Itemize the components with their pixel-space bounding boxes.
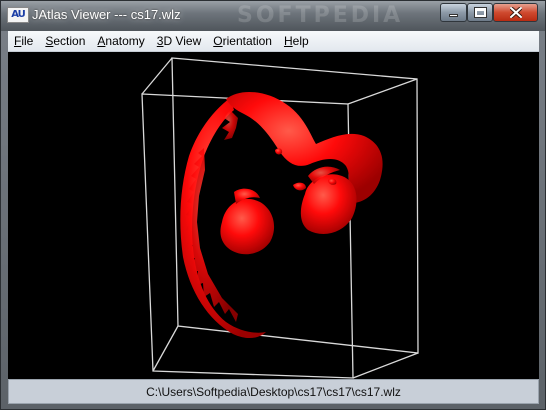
- menu-anatomy-rest: natomy: [105, 33, 145, 48]
- app-icon[interactable]: AU: [7, 7, 29, 23]
- menu-bar: File Section Anatomy 3D View Orientation…: [8, 31, 539, 52]
- menu-section[interactable]: Section: [39, 32, 91, 51]
- menu-anatomy[interactable]: Anatomy: [91, 32, 150, 51]
- maximize-icon: [473, 7, 487, 18]
- menu-help-rest: elp: [292, 33, 309, 48]
- 3d-viewport[interactable]: [8, 52, 539, 379]
- close-button[interactable]: [493, 3, 538, 22]
- menu-section-rest: ection: [53, 33, 86, 48]
- status-bar: C:\Users\Softpedia\Desktop\cs17\cs17\cs1…: [8, 379, 539, 404]
- menu-3d-view-rest: D View: [163, 33, 202, 48]
- menu-file[interactable]: File: [8, 32, 39, 51]
- app-icon-label: AU: [11, 9, 26, 20]
- minimize-icon: [449, 14, 458, 17]
- menu-file-rest: ile: [21, 33, 34, 48]
- maximize-button[interactable]: [467, 3, 493, 22]
- embryo-model: [180, 91, 383, 339]
- minimize-button[interactable]: [440, 3, 467, 22]
- app-window: SOFTPEDIA AU JAtlas Viewer --- cs17.wlz …: [0, 0, 546, 410]
- file-path-label: C:\Users\Softpedia\Desktop\cs17\cs17\cs1…: [146, 384, 401, 399]
- menu-3d-view[interactable]: 3D View: [151, 32, 207, 51]
- 3d-scene: [141, 57, 419, 379]
- menu-orientation-key: O: [213, 33, 223, 48]
- menu-help-key: H: [283, 33, 293, 48]
- window-title: JAtlas Viewer --- cs17.wlz: [32, 7, 181, 22]
- menu-orientation-rest: rientation: [222, 33, 272, 48]
- title-bar[interactable]: SOFTPEDIA AU JAtlas Viewer --- cs17.wlz: [1, 1, 545, 31]
- menu-help[interactable]: Help: [278, 32, 315, 51]
- menu-orientation[interactable]: Orientation: [207, 32, 278, 51]
- title-watermark: SOFTPEDIA: [237, 3, 404, 28]
- close-icon: [509, 7, 522, 18]
